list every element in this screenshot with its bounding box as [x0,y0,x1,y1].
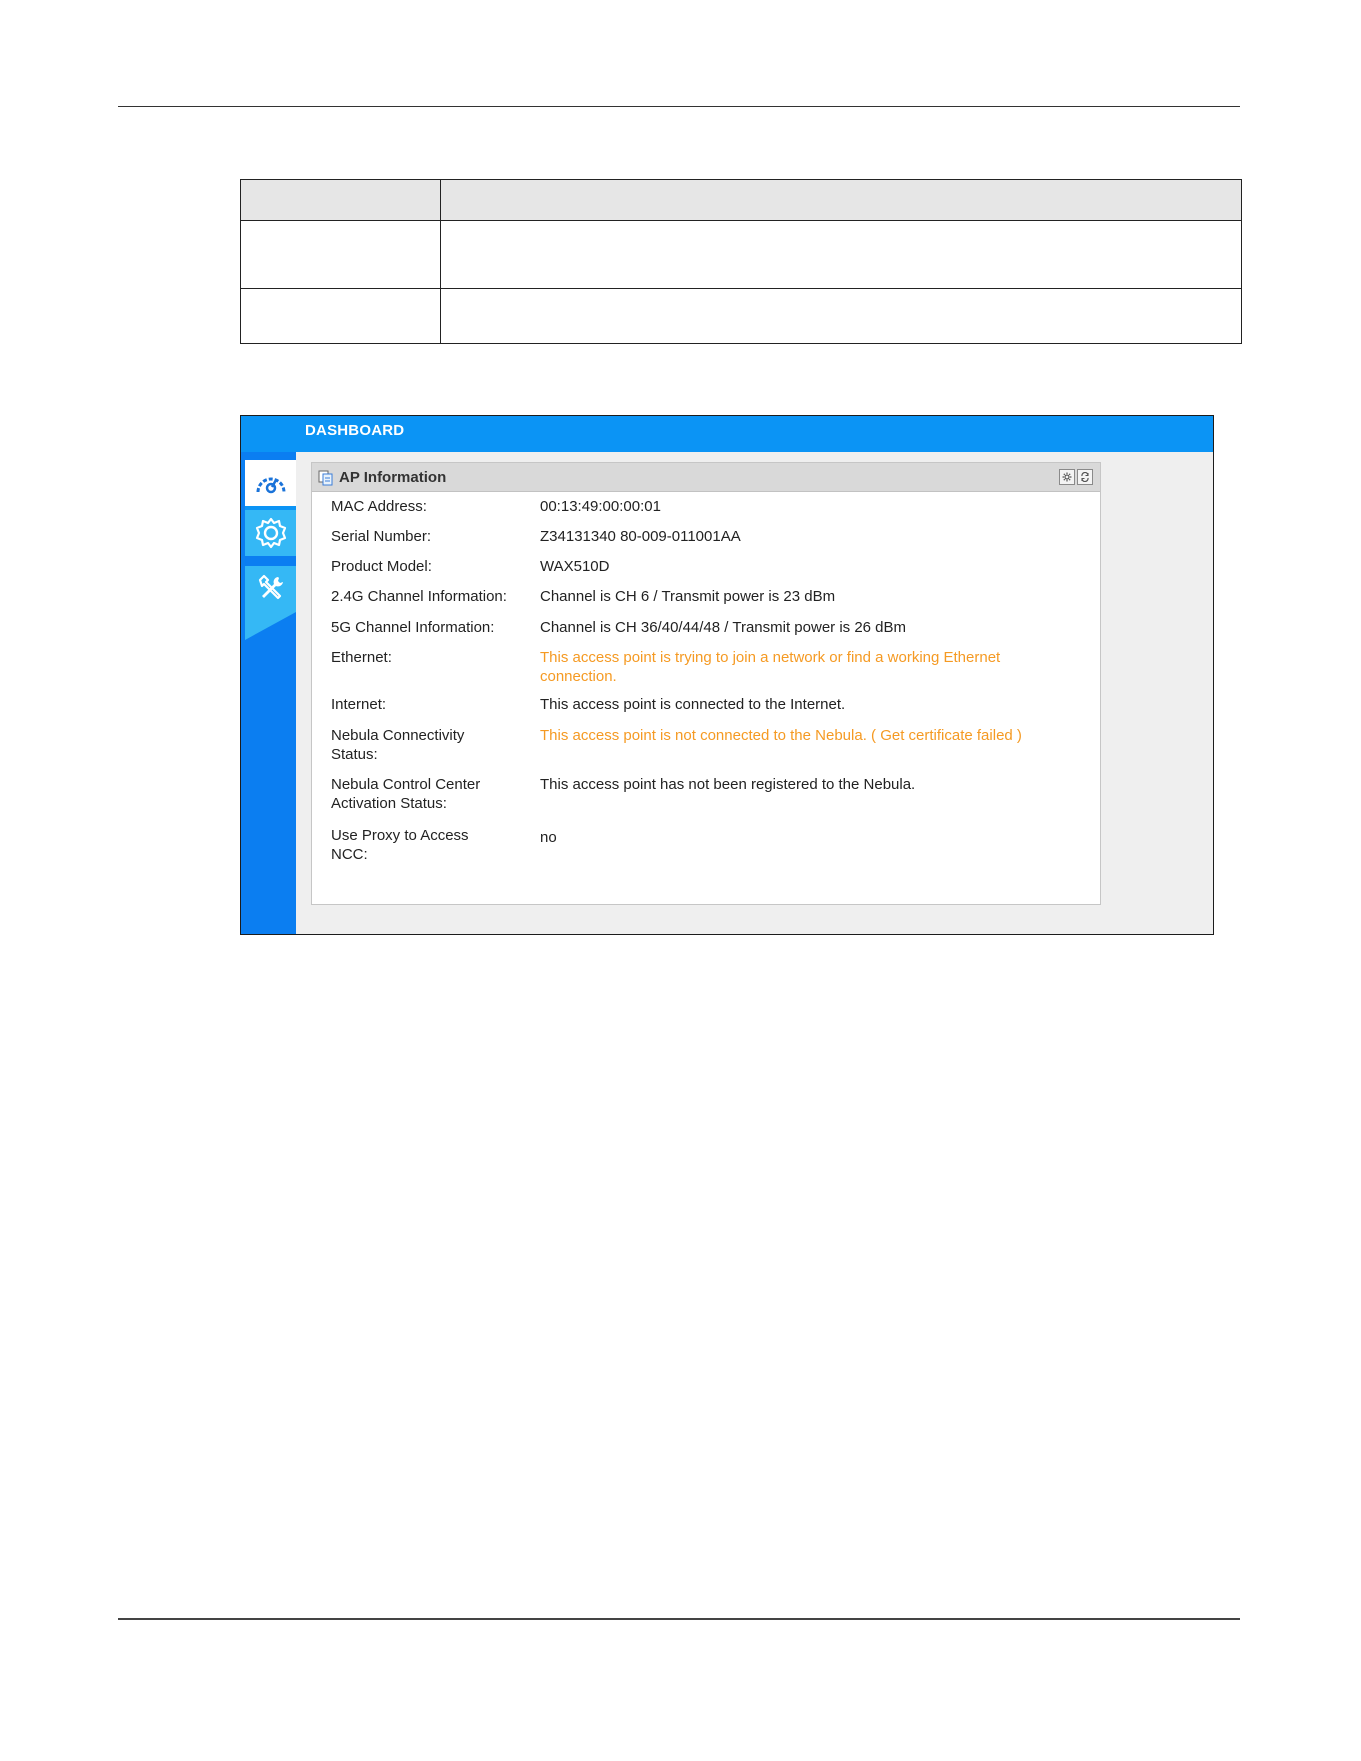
refresh-icon [1081,472,1089,482]
table-header-row [240,179,1242,221]
top-bar: DASHBOARD [241,416,1213,452]
internet-label: Internet: [331,696,387,713]
product-model-value: WAX510D [540,558,610,575]
table-cell [240,288,441,344]
nebula-connectivity-label: Nebula Connectivity Status: [331,727,465,763]
panel-settings-button[interactable] [1059,469,1075,485]
table-cell [440,288,1242,344]
panel-info-icon [318,470,333,486]
header-rule [118,106,1240,107]
settings-icon [1062,472,1072,482]
sidebar-decoration [245,612,296,640]
table-header-cell [440,179,1242,221]
dashboard-screenshot: DASHBOARD AP Information MAC Address: 00… [240,415,1214,935]
ap-information-panel: AP Information MAC Address: 00:13:49:00:… [311,462,1101,905]
serial-number-label: Serial Number: [331,528,432,545]
nebula-connectivity-value: This access point is not connected to th… [540,727,1022,744]
internet-status-value: This access point is connected to the In… [540,696,846,713]
footer-rule [118,1618,1240,1620]
table-cell [440,220,1242,289]
channel-24g-label: 2.4G Channel Information: [331,588,507,605]
table-row [240,288,1242,344]
ncc-activation-label: Nebula Control Center Activation Status: [331,776,481,812]
channel-5g-label: 5G Channel Information: [331,619,495,636]
dashboard-gauge-icon [256,477,285,494]
table-header-cell [240,179,441,221]
panel-title: AP Information [339,469,447,486]
use-proxy-label: Use Proxy to Access NCC: [331,827,469,863]
tools-icon [258,574,283,600]
sidebar-item-configuration[interactable] [245,510,296,556]
sidebar [241,452,296,934]
product-model-label: Product Model: [331,558,432,575]
ethernet-label: Ethernet: [331,649,392,666]
serial-number-value: Z34131340 80-009-011001AA [540,528,741,545]
channel-24g-value: Channel is CH 6 / Transmit power is 23 d… [540,588,836,605]
mac-address-value: 00:13:49:00:00:01 [540,498,661,515]
panel-refresh-button[interactable] [1077,469,1093,485]
table-cell [240,220,441,289]
channel-5g-value: Channel is CH 36/40/44/48 / Transmit pow… [540,619,907,636]
page-title: DASHBOARD [305,422,405,439]
use-proxy-value: no [540,829,557,846]
sidebar-item-maintenance[interactable] [245,566,296,612]
sidebar-item-dashboard[interactable] [245,460,296,506]
sidebar-divider [245,556,296,560]
ncc-activation-value: This access point has not been registere… [540,776,916,793]
description-table [240,179,1242,344]
panel-header: AP Information [312,463,1100,492]
mac-address-label: MAC Address: [331,498,427,515]
ethernet-status-value: This access point is trying to join a ne… [540,649,1001,685]
gear-icon [255,517,286,549]
table-row [240,220,1242,289]
